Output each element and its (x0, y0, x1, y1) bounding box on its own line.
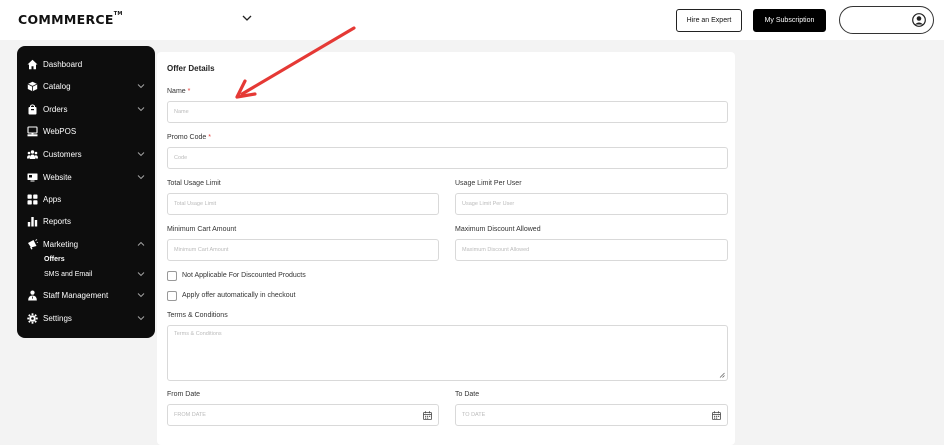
min-cart-placeholder: Minimum Cart Amount (174, 247, 229, 253)
sidebar-subitem-label: Offers (44, 255, 65, 263)
sidebar: Dashboard Catalog Orders WebPOS Customer… (17, 46, 155, 338)
max-discount-placeholder: Maximum Discount Allowed (462, 247, 530, 253)
trademark: TM (113, 11, 123, 17)
users-icon (27, 149, 38, 159)
section-title: Offer Details (167, 64, 215, 73)
promo-code-label-text: Promo Code (167, 134, 207, 141)
from-date-label: From Date (167, 391, 201, 398)
sidebar-item-dashboard[interactable]: Dashboard (17, 55, 155, 73)
terms-label: Terms & Conditions (167, 312, 228, 319)
to-date-input[interactable]: TO DATE (455, 404, 728, 426)
sidebar-item-label: Orders (43, 104, 68, 114)
user-menu[interactable] (839, 6, 934, 34)
sidebar-item-catalog[interactable]: Catalog (17, 77, 155, 95)
brand-logo[interactable]: COMMMERCETM (18, 11, 123, 27)
name-input[interactable]: Name (167, 101, 728, 123)
sidebar-item-label: Reports (43, 216, 72, 226)
sidebar-item-label: Website (43, 172, 72, 182)
box-icon (27, 81, 38, 91)
logo-text: COMMMERCE (18, 12, 114, 27)
sidebar-item-reports[interactable]: Reports (17, 212, 155, 230)
calendar-icon[interactable] (423, 411, 432, 420)
sidebar-item-customers[interactable]: Customers (17, 145, 155, 163)
sidebar-item-settings[interactable]: Settings (17, 309, 155, 327)
usage-per-user-placeholder: Usage Limit Per User (462, 201, 515, 207)
website-icon (27, 173, 38, 181)
sidebar-item-website[interactable]: Website (17, 168, 155, 186)
sidebar-item-label: Staff Management (43, 290, 109, 300)
terms-placeholder: Terms & Conditions (174, 331, 222, 337)
name-label: Name * (167, 88, 190, 95)
not-applicable-label: Not Applicable For Discounted Products (182, 272, 306, 279)
chevron-down-icon (137, 84, 145, 89)
sidebar-subitem-label: SMS and Email (44, 270, 93, 278)
from-date-input[interactable]: FROM DATE (167, 404, 439, 426)
chevron-down-icon (137, 272, 145, 277)
to-date-label: To Date (455, 391, 480, 398)
total-usage-label: Total Usage Limit (167, 180, 221, 187)
usage-per-user-label: Usage Limit Per User (455, 180, 522, 187)
total-usage-input[interactable]: Total Usage Limit (167, 193, 439, 215)
chart-icon (27, 216, 38, 226)
chevron-down-icon (137, 152, 145, 157)
top-header: COMMMERCETM Hire an Expert My Subscripti… (0, 0, 944, 40)
chevron-up-icon (137, 241, 145, 246)
chevron-down-icon (137, 293, 145, 298)
promo-code-input[interactable]: Code (167, 147, 728, 169)
user-avatar-icon (912, 13, 926, 27)
sidebar-item-label: Dashboard (43, 59, 83, 69)
auto-apply-label: Apply offer automatically in checkout (182, 292, 296, 299)
max-discount-label: Maximum Discount Allowed (455, 226, 541, 233)
red-arrow-annotation (235, 26, 356, 99)
sidebar-item-label: Settings (43, 313, 72, 323)
apps-icon (27, 194, 38, 204)
sidebar-item-webpos[interactable]: WebPOS (17, 122, 155, 140)
resize-grip-icon[interactable] (719, 372, 725, 378)
terms-textarea[interactable]: Terms & Conditions (167, 325, 728, 381)
sidebar-item-label: Marketing (43, 239, 79, 249)
megaphone-icon (28, 238, 38, 249)
promo-code-placeholder: Code (174, 155, 188, 161)
chevron-down-icon (137, 107, 145, 112)
chevron-down-icon (137, 175, 145, 180)
min-cart-input[interactable]: Minimum Cart Amount (167, 239, 439, 261)
home-icon (27, 59, 38, 69)
required-marker: * (208, 134, 211, 141)
my-subscription-button[interactable]: My Subscription (753, 9, 826, 32)
gear-icon (27, 312, 38, 324)
from-date-placeholder: FROM DATE (174, 412, 206, 418)
hire-expert-button[interactable]: Hire an Expert (676, 9, 742, 32)
calendar-icon[interactable] (712, 411, 721, 420)
sidebar-subitem-sms-email[interactable]: SMS and Email (17, 267, 155, 281)
to-date-placeholder: TO DATE (462, 412, 486, 418)
sidebar-item-label: Customers (43, 149, 82, 159)
sidebar-subitem-offers[interactable]: Offers (17, 252, 155, 266)
name-label-text: Name (167, 88, 186, 95)
not-applicable-checkbox[interactable] (167, 271, 177, 281)
sidebar-item-apps[interactable]: Apps (17, 190, 155, 208)
sidebar-item-staff-management[interactable]: Staff Management (17, 286, 155, 304)
total-usage-placeholder: Total Usage Limit (174, 201, 217, 207)
min-cart-label: Minimum Cart Amount (167, 226, 237, 233)
sidebar-item-label: Apps (43, 194, 62, 204)
promo-code-label: Promo Code * (167, 134, 211, 141)
sidebar-item-label: Catalog (43, 81, 71, 91)
bag-icon (28, 103, 37, 114)
staff-icon (28, 290, 37, 300)
usage-per-user-input[interactable]: Usage Limit Per User (455, 193, 728, 215)
sidebar-item-orders[interactable]: Orders (17, 100, 155, 118)
auto-apply-checkbox[interactable] (167, 291, 177, 301)
chevron-down-icon (137, 316, 145, 321)
required-marker: * (187, 88, 191, 95)
sidebar-item-marketing[interactable]: Marketing (17, 235, 155, 253)
sidebar-item-label: WebPOS (43, 126, 77, 136)
max-discount-input[interactable]: Maximum Discount Allowed (455, 239, 728, 261)
pos-icon (27, 125, 38, 136)
name-placeholder: Name (174, 109, 189, 115)
